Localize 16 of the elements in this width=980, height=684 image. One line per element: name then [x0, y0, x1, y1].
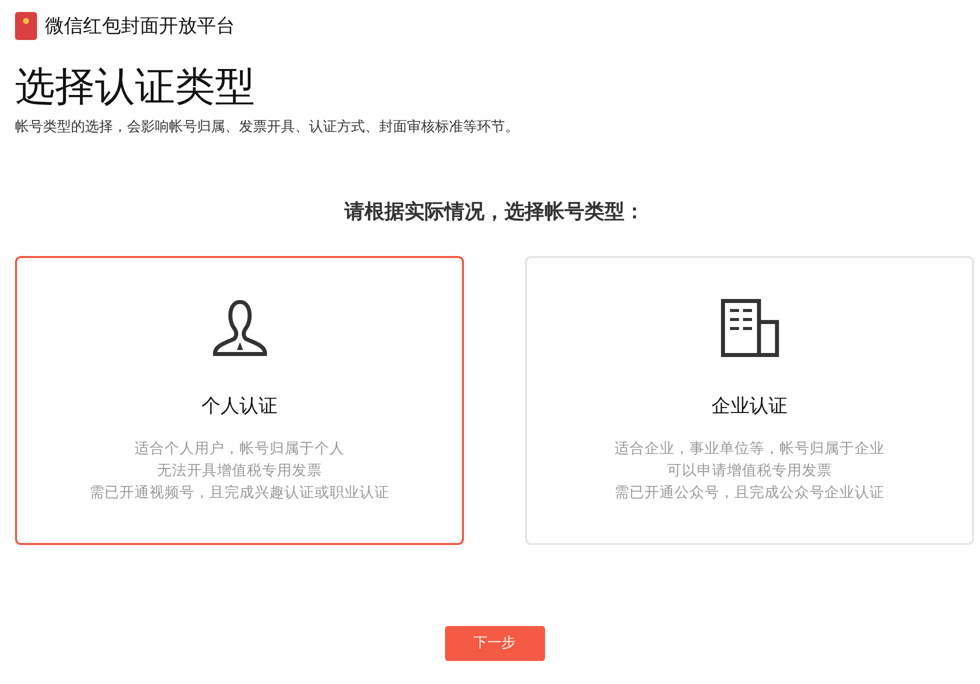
card-description: 可以申请增值税专用发票: [667, 462, 832, 481]
page-title: 选择认证类型: [15, 62, 256, 110]
card-description: 无法开具增值税专用发票: [157, 462, 322, 481]
building-icon: [720, 298, 780, 358]
card-title: 企业认证: [712, 394, 788, 418]
page-description: 帐号类型的选择，会影响帐号归属、发票开具、认证方式、封面审核标准等环节。: [15, 118, 520, 136]
platform-title: 微信红包封面开放平台: [45, 14, 235, 39]
card-title: 个人认证: [202, 394, 278, 418]
card-description: 适合个人用户，帐号归属于个人: [134, 440, 344, 459]
account-type-card[interactable]: 个人认证 适合个人用户，帐号归属于个人 无法开具增值税专用发票 需已开通视频号，且完成兴趣认证或职业认证: [15, 256, 464, 544]
card-description: 需已开通视频号，且完成兴趣认证或职业认证: [90, 484, 390, 503]
envelope-icon: [15, 12, 37, 40]
account-type-card[interactable]: 企业认证 适合企业，事业单位等，帐号归属于企业 可以申请增值税专用发票 需已开通公众号，且完成公众号企业认证: [525, 256, 974, 544]
card-description: 需已开通公众号，且完成公众号企业认证: [614, 484, 884, 503]
section-heading: 请根据实际情况，选择帐号类型：: [343, 198, 646, 224]
card-description: 适合企业，事业单位等，帐号归属于企业: [614, 440, 884, 459]
